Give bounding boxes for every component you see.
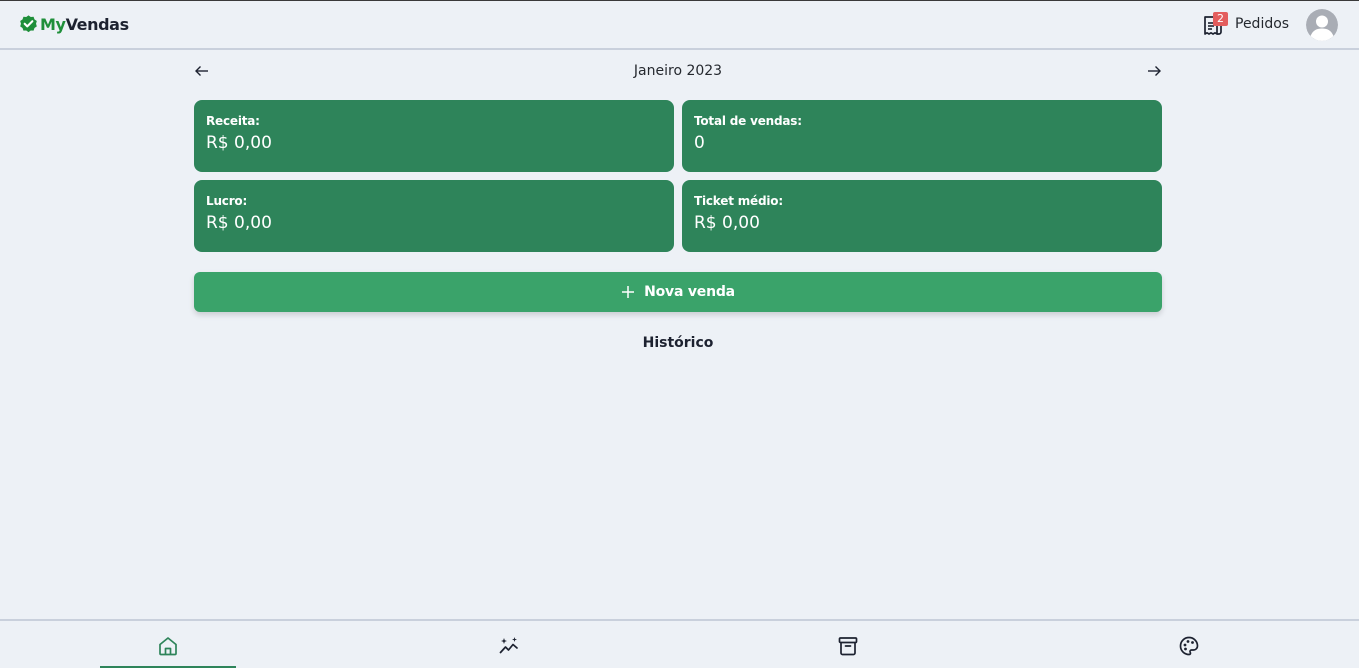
new-sale-label: Nova venda: [644, 284, 735, 300]
stat-card-label: Lucro:: [206, 194, 248, 208]
stat-card-value: 0: [694, 133, 705, 153]
user-avatar-icon: [1306, 9, 1338, 41]
previous-month-button[interactable]: [193, 62, 211, 80]
stat-card-label: Total de vendas:: [694, 114, 802, 128]
stat-card-revenue: Receita: R$ 0,00: [194, 100, 674, 172]
brand-logo[interactable]: MyVendas: [18, 14, 129, 35]
palette-icon: [1179, 636, 1199, 656]
current-month-label: Janeiro 2023: [633, 63, 723, 79]
sparkle-chart-icon: [499, 637, 518, 654]
history-title: Histórico: [642, 335, 714, 351]
orders-label: Pedidos: [1235, 16, 1290, 32]
receipt-icon: 2: [1203, 12, 1228, 36]
nav-insights-tab[interactable]: [441, 621, 577, 668]
bottom-navigation: [0, 619, 1359, 668]
stat-card-profit: Lucro: R$ 0,00: [194, 180, 674, 252]
plus-icon: [622, 286, 635, 298]
top-bar: MyVendas 2 Pedidos: [0, 1, 1359, 50]
stat-card-value: R$ 0,00: [206, 133, 272, 153]
nav-home-tab[interactable]: [100, 621, 236, 668]
stat-card-label: Ticket médio:: [694, 194, 783, 208]
brand-name: MyVendas: [40, 15, 129, 34]
nav-palette-tab[interactable]: [1121, 621, 1257, 668]
stat-card-value: R$ 0,00: [206, 213, 272, 233]
brand-name-my: My: [40, 15, 66, 34]
next-month-button[interactable]: [1145, 62, 1163, 80]
stat-card-value: R$ 0,00: [694, 213, 760, 233]
home-icon: [159, 637, 177, 656]
orders-count-badge: 2: [1213, 12, 1228, 26]
brand-name-vendas: Vendas: [65, 15, 130, 34]
nav-archive-tab[interactable]: [780, 621, 916, 668]
arrow-right-icon: [1148, 66, 1161, 76]
new-sale-button[interactable]: Nova venda: [194, 272, 1162, 312]
check-badge-icon: [20, 15, 37, 33]
archive-box-icon: [838, 637, 858, 656]
stat-card-label: Receita:: [206, 114, 260, 128]
arrow-left-icon: [195, 66, 208, 76]
user-avatar[interactable]: [1306, 9, 1338, 41]
stat-card-average-ticket: Ticket médio: R$ 0,00: [682, 180, 1162, 252]
orders-button[interactable]: 2 Pedidos: [1203, 12, 1289, 36]
stat-card-total-sales: Total de vendas: 0: [682, 100, 1162, 172]
